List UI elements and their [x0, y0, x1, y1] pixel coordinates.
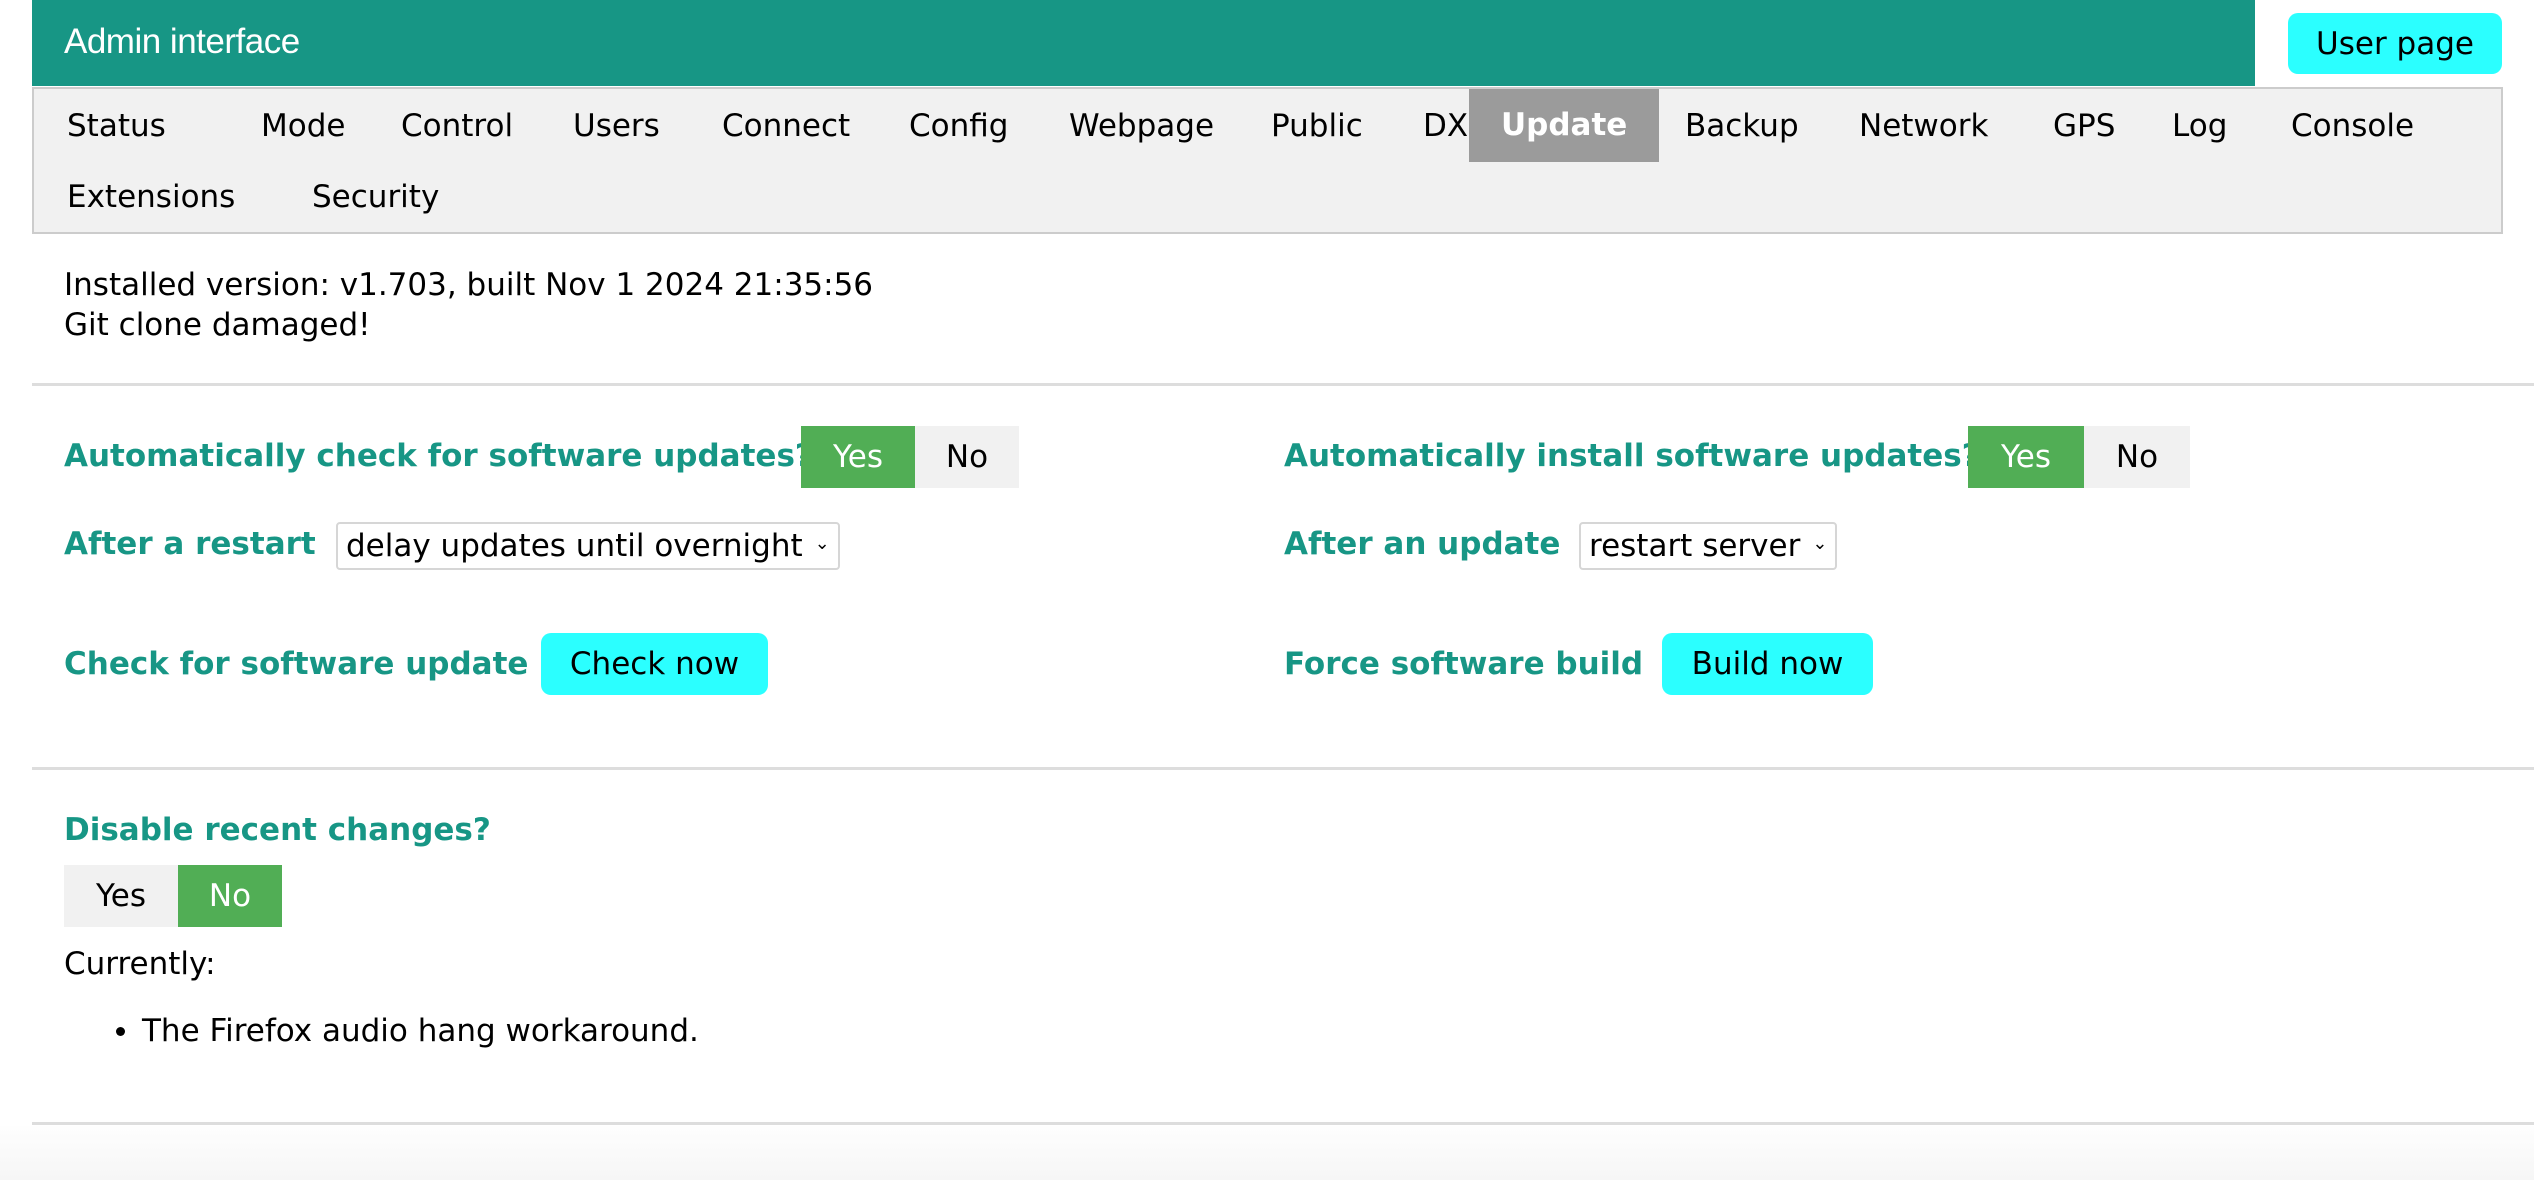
list-item: The Firefox audio hang workaround. — [116, 1013, 699, 1049]
tab-users[interactable]: Users — [541, 91, 692, 162]
tab-console[interactable]: Console — [2259, 91, 2446, 162]
auto-check-yes-button[interactable]: Yes — [801, 426, 915, 488]
tab-config[interactable]: Config — [877, 91, 1040, 162]
auto-install-toggle: Yes No — [1968, 426, 2190, 488]
auto-check-toggle: Yes No — [801, 426, 1019, 488]
divider — [32, 383, 2534, 386]
after-update-label: After an update — [1284, 526, 1561, 562]
git-status-text: Git clone damaged! — [64, 307, 371, 343]
divider — [32, 1122, 2534, 1125]
page-title: Admin interface — [64, 22, 300, 61]
after-update-select[interactable]: restart server ⌄ — [1579, 522, 1838, 570]
recent-changes-list: The Firefox audio hang workaround. — [116, 1013, 699, 1049]
admin-nav-menu: Status Mode Control Users Connect Config… — [32, 87, 2503, 234]
force-build-label: Force software build — [1284, 646, 1644, 682]
after-restart-label: After a restart — [64, 526, 316, 562]
version-info: Installed version: v1.703, built Nov 1 2… — [64, 265, 873, 345]
build-now-button[interactable]: Build now — [1662, 633, 1873, 695]
check-update-label: Check for software update — [64, 646, 529, 682]
auto-install-no-button[interactable]: No — [2084, 426, 2190, 488]
tab-public[interactable]: Public — [1239, 91, 1395, 162]
recent-change-text: The Firefox audio hang workaround. — [142, 1013, 699, 1049]
disable-recent-changes-yes-button[interactable]: Yes — [64, 865, 178, 927]
currently-label: Currently: — [64, 946, 216, 982]
auto-install-label: Automatically install software updates? — [1284, 438, 1980, 474]
tab-status[interactable]: Status — [35, 91, 198, 162]
tab-connect[interactable]: Connect — [690, 91, 882, 162]
tab-security[interactable]: Security — [280, 162, 471, 233]
chevron-down-icon: ⌄ — [814, 533, 830, 554]
page-bottom-fade — [0, 1126, 2534, 1180]
installed-version-text: Installed version: v1.703, built Nov 1 2… — [64, 267, 874, 303]
divider — [32, 767, 2534, 770]
check-now-button[interactable]: Check now — [541, 633, 768, 695]
tab-gps[interactable]: GPS — [2021, 91, 2147, 162]
bullet-icon — [116, 1026, 125, 1036]
after-update-selected-value: restart server — [1589, 528, 1801, 564]
after-restart-selected-value: delay updates until overnight — [346, 528, 803, 564]
tab-update[interactable]: Update — [1469, 89, 1660, 162]
disable-recent-changes-label: Disable recent changes? — [64, 812, 491, 848]
disable-recent-changes-no-button[interactable]: No — [178, 865, 282, 927]
after-restart-select[interactable]: delay updates until overnight ⌄ — [336, 522, 840, 570]
auto-check-no-button[interactable]: No — [915, 426, 1019, 488]
tab-control[interactable]: Control — [369, 91, 545, 162]
tab-webpage[interactable]: Webpage — [1037, 91, 1246, 162]
tab-log[interactable]: Log — [2140, 91, 2259, 162]
tab-network[interactable]: Network — [1827, 91, 2020, 162]
header-bar: Admin interface — [32, 0, 2255, 86]
user-page-button[interactable]: User page — [2288, 13, 2502, 74]
tab-mode[interactable]: Mode — [229, 91, 377, 162]
tab-backup[interactable]: Backup — [1653, 91, 1831, 162]
disable-recent-changes-toggle: Yes No — [64, 865, 282, 927]
chevron-down-icon: ⌄ — [1812, 533, 1828, 554]
auto-check-label: Automatically check for software updates… — [64, 438, 813, 474]
auto-install-yes-button[interactable]: Yes — [1968, 426, 2084, 488]
tab-extensions[interactable]: Extensions — [35, 162, 267, 233]
